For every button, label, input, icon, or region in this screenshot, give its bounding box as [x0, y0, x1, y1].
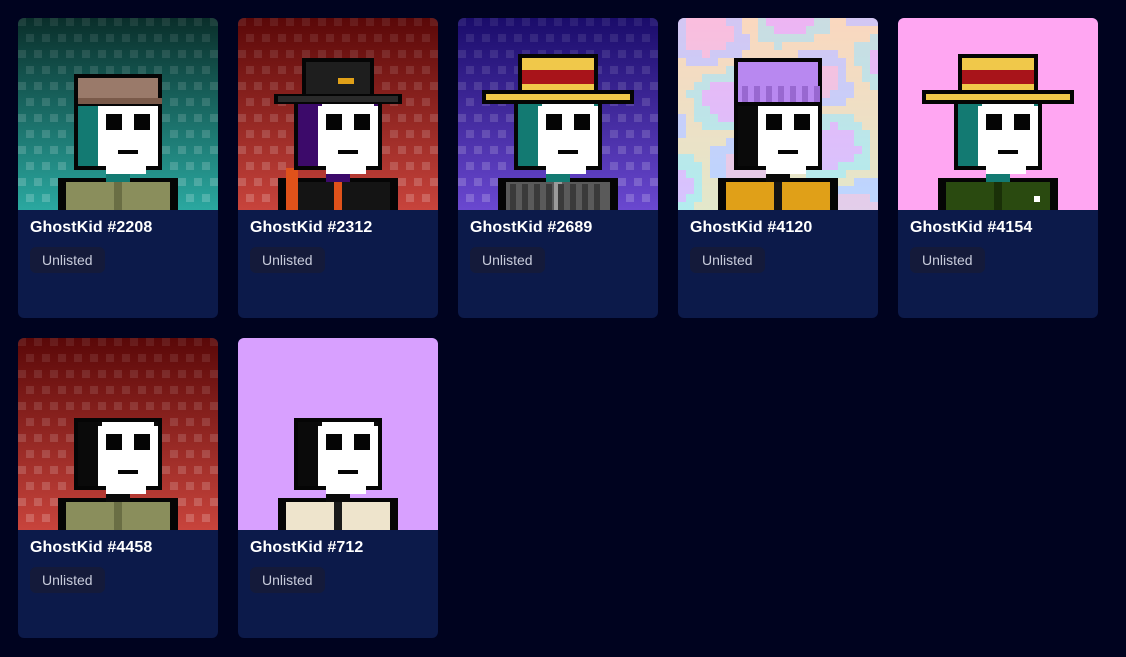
nft-card[interactable]: GhostKid #2689 Unlisted	[458, 18, 658, 318]
nft-name: GhostKid #2312	[250, 219, 373, 236]
nft-name: GhostKid #4458	[30, 539, 153, 556]
nft-name: GhostKid #2689	[470, 219, 593, 236]
avatar-head	[294, 418, 382, 494]
nft-image	[458, 18, 658, 210]
avatar-head	[954, 98, 1042, 174]
avatar-art	[678, 18, 878, 210]
nft-image	[898, 18, 1098, 210]
nft-card[interactable]: GhostKid #4120 Unlisted	[678, 18, 878, 318]
avatar-art	[898, 18, 1098, 210]
nft-card[interactable]: GhostKid #2312 Unlisted	[238, 18, 438, 318]
status-badge: Unlisted	[30, 247, 105, 273]
status-badge: Unlisted	[250, 247, 325, 273]
avatar-art	[238, 18, 438, 210]
nft-image	[238, 338, 438, 530]
nft-image	[18, 18, 218, 210]
nft-grid: GhostKid #2208 Unlisted GhostKid #2312 U…	[18, 18, 1098, 638]
nft-card[interactable]: GhostKid #712 Unlisted	[238, 338, 438, 638]
nft-card[interactable]: GhostKid #2208 Unlisted	[18, 18, 218, 318]
avatar-head	[294, 98, 382, 174]
nft-card[interactable]: GhostKid #4154 Unlisted	[898, 18, 1098, 318]
avatar-art	[18, 338, 218, 530]
nft-name: GhostKid #4154	[910, 219, 1033, 236]
avatar-hat	[734, 58, 822, 106]
nft-image	[238, 18, 438, 210]
status-badge: Unlisted	[910, 247, 985, 273]
nft-name: GhostKid #712	[250, 539, 364, 556]
status-badge: Unlisted	[470, 247, 545, 273]
nft-image	[678, 18, 878, 210]
nft-name: GhostKid #4120	[690, 219, 813, 236]
nft-card[interactable]: GhostKid #4458 Unlisted	[18, 338, 218, 638]
status-badge: Unlisted	[690, 247, 765, 273]
avatar-art	[458, 18, 658, 210]
avatar-head	[74, 98, 162, 174]
avatar-head	[74, 418, 162, 494]
avatar-art	[238, 338, 438, 530]
avatar-head	[514, 98, 602, 174]
status-badge: Unlisted	[250, 567, 325, 593]
nft-image	[18, 338, 218, 530]
avatar-head	[734, 98, 822, 174]
status-badge: Unlisted	[30, 567, 105, 593]
avatar-art	[18, 18, 218, 210]
avatar-hat	[74, 74, 162, 106]
nft-name: GhostKid #2208	[30, 219, 153, 236]
